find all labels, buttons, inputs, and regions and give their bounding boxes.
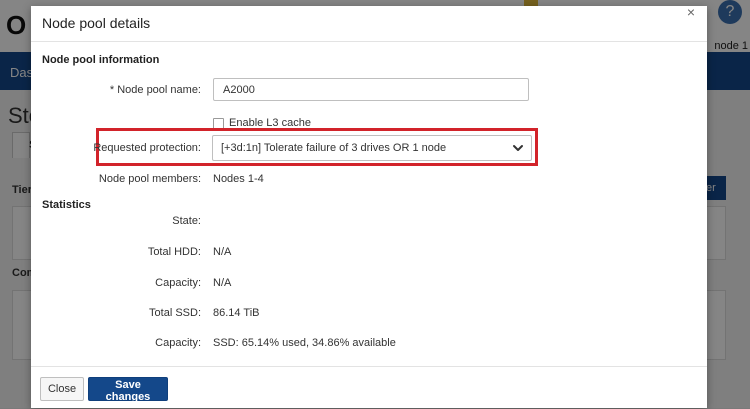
dialog-header: Node pool details × xyxy=(31,4,707,42)
stat-total-hdd-label: Total HDD: xyxy=(147,246,201,258)
save-changes-button[interactable]: Save changes xyxy=(88,377,168,403)
requested-protection-select[interactable]: [+3d:1n] Tolerate failure of 3 drives OR… xyxy=(212,135,532,161)
node-pool-members-label: Node pool members: xyxy=(98,173,201,185)
section-statistics: Statistics xyxy=(42,199,91,211)
stat-ssd-capacity-label: Capacity: xyxy=(155,337,201,349)
requested-protection-value: [+3d:1n] Tolerate failure of 3 drives OR… xyxy=(221,142,447,154)
requested-protection-label: Requested protection: xyxy=(93,142,201,154)
stat-total-ssd-label: Total SSD: xyxy=(149,307,201,319)
dialog-title: Node pool details xyxy=(42,15,151,31)
stat-ssd-capacity-value: SSD: 65.14% used, 34.86% available xyxy=(213,337,396,349)
close-button[interactable]: Close xyxy=(40,377,84,401)
node-pool-name-label: * Node pool name: xyxy=(109,84,201,96)
dialog-footer: Close Save changes xyxy=(31,366,707,409)
chevron-down-icon xyxy=(513,145,523,151)
node-pool-name-input[interactable] xyxy=(213,78,529,101)
section-node-pool-information: Node pool information xyxy=(42,54,160,66)
stat-total-hdd-value: N/A xyxy=(213,246,232,258)
close-icon[interactable]: × xyxy=(687,4,695,20)
stat-total-ssd-value: 86.14 TiB xyxy=(213,307,260,319)
node-pool-details-dialog: Node pool details × Node pool informatio… xyxy=(31,4,707,409)
node-pool-members-value: Nodes 1-4 xyxy=(213,173,264,185)
stat-hdd-capacity-value: N/A xyxy=(213,277,232,289)
stat-hdd-capacity-label: Capacity: xyxy=(155,277,201,289)
stat-state-label: State: xyxy=(172,215,201,227)
